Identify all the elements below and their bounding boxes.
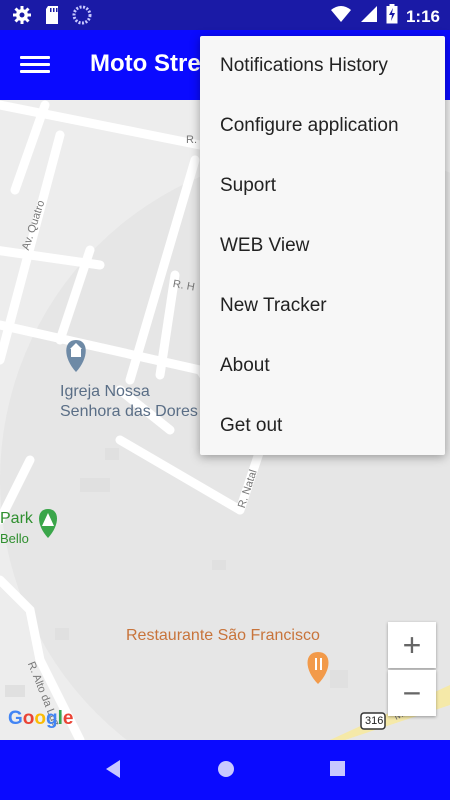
park-label-line2[interactable]: Bello: [0, 530, 29, 548]
menu-item-support[interactable]: Suport: [200, 156, 445, 216]
menu-item-new-tracker[interactable]: New Tracker: [200, 276, 445, 336]
home-icon[interactable]: [215, 758, 237, 785]
church-label[interactable]: Igreja Nossa Senhora das Dores: [60, 382, 198, 422]
restaurant-label[interactable]: Restaurante São Francisco: [126, 627, 320, 645]
sync-icon: [72, 5, 92, 30]
zoom-out-button[interactable]: −: [388, 670, 436, 716]
google-logo[interactable]: Google: [8, 708, 73, 730]
menu-item-get-out[interactable]: Get out: [200, 396, 445, 456]
gear-icon: [12, 5, 32, 30]
wifi-icon: [330, 5, 352, 28]
status-time: 1:16: [405, 6, 440, 26]
navigation-bar: [0, 740, 450, 800]
signal-icon: [360, 5, 378, 28]
sd-card-icon: [44, 5, 60, 30]
road-number: 316: [365, 715, 384, 727]
street-r-top: R.: [186, 134, 197, 146]
status-bar: 1:16: [0, 0, 450, 30]
hamburger-menu-icon[interactable]: [20, 52, 50, 78]
menu-item-web-view[interactable]: WEB View: [200, 216, 445, 276]
park-label-line1[interactable]: Park: [0, 510, 33, 528]
menu-item-notifications-history[interactable]: Notifications History: [200, 36, 445, 96]
recents-icon[interactable]: [329, 758, 347, 785]
battery-icon: [386, 4, 398, 29]
menu-item-about[interactable]: About: [200, 336, 445, 396]
menu-item-configure-application[interactable]: Configure application: [200, 96, 445, 156]
back-icon[interactable]: [103, 758, 123, 785]
zoom-in-button[interactable]: +: [388, 622, 436, 668]
overflow-menu: Notifications History Configure applicat…: [200, 36, 445, 455]
app-title: Moto Stre: [90, 50, 201, 77]
